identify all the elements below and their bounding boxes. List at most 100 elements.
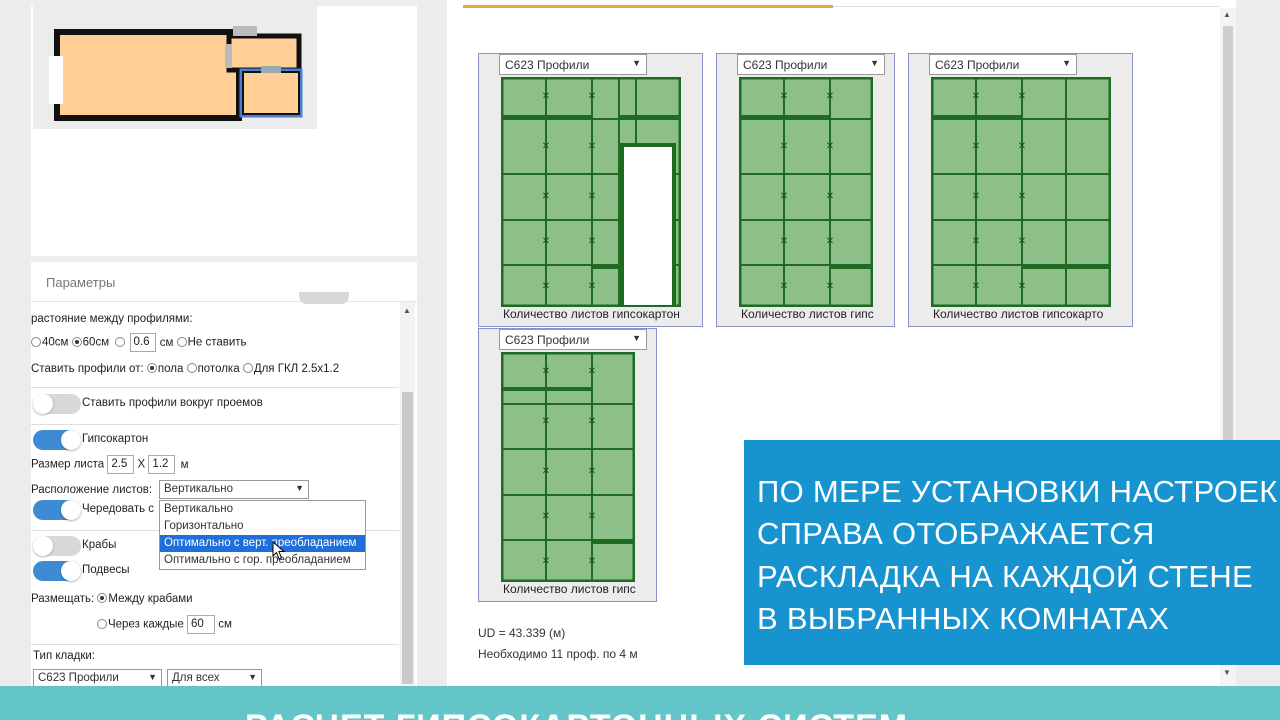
hangers-toggle[interactable] <box>33 561 81 581</box>
alternate-toggle[interactable] <box>33 500 81 520</box>
sheet-size-row: Размер листа 2.5 X 1.2 м <box>31 455 189 474</box>
scroll-down-icon[interactable]: ▼ <box>1223 668 1231 677</box>
wall-caption: Количество листов гипс <box>503 582 636 596</box>
custom-spacing-unit: см <box>159 336 174 349</box>
wall-select-value: С623 Профили <box>743 58 828 72</box>
chevron-down-icon: ▼ <box>1062 58 1071 68</box>
custom-spacing-input[interactable]: 0.6 <box>129 333 156 352</box>
bottom-title-band: РАСЧЕТ ГИПСОКАРТОННЫХ СИСТЕМ <box>0 686 1280 720</box>
fastener-mark: ✕ <box>542 366 550 377</box>
fastener-mark: ✕ <box>972 191 980 202</box>
radio-every-label: Через каждые <box>108 618 184 631</box>
overlay-line: В ВЫБРАННЫХ КОМНАТАХ <box>757 601 1170 636</box>
layout-select[interactable]: Вертикально ▼ <box>159 480 309 499</box>
radio-ceiling[interactable] <box>186 363 197 373</box>
fastener-mark: ✕ <box>826 91 834 102</box>
floor-plan-thumbnail[interactable] <box>33 6 317 129</box>
progress-accent <box>463 5 833 8</box>
fastener-mark: ✕ <box>1018 236 1026 247</box>
fastener-mark: ✕ <box>542 91 550 102</box>
scroll-up-icon[interactable]: ▲ <box>403 306 411 315</box>
crabs-toggle[interactable] <box>33 536 81 556</box>
chevron-down-icon: ▼ <box>632 58 641 68</box>
dropdown-option[interactable]: Оптимально с гор. преобладанием <box>160 552 365 569</box>
wall-caption: Количество листов гипсокартон <box>503 307 680 321</box>
spacing-label: растояние между профилями: <box>31 313 193 325</box>
mouse-cursor-icon <box>272 541 286 560</box>
around-openings-label: Ставить профили вокруг проемов <box>82 397 263 409</box>
fastener-mark: ✕ <box>588 141 596 152</box>
wall-caption: Количество листов гипсокарто <box>933 307 1104 321</box>
wall-layout-3[interactable]: ✕ ✕ ✕ ✕ ✕ ✕ ✕ ✕ ✕ ✕ <box>931 77 1111 307</box>
layout-label: Расположение листов: <box>31 484 153 496</box>
caption-overlay: ПО МЕРЕ УСТАНОВКИ НАСТРОЕК СПРАВА ОТОБРА… <box>744 440 1280 665</box>
radio-60[interactable] <box>71 336 82 347</box>
radio-floor-label: пола <box>157 363 184 375</box>
masonry-scope-select[interactable]: Для всех ▼ <box>167 669 262 686</box>
sheet-height-input[interactable]: 1.2 <box>148 455 176 474</box>
fastener-mark: ✕ <box>1018 141 1026 152</box>
scroll-up-icon[interactable]: ▲ <box>1223 10 1231 19</box>
dropdown-option-selected[interactable]: Оптимально с верт. преобладанием <box>160 535 365 552</box>
params-scrollbar-thumb[interactable] <box>402 392 413 684</box>
around-openings-toggle[interactable] <box>33 394 81 414</box>
radio-none[interactable] <box>176 336 187 347</box>
radio-between-crabs[interactable] <box>97 593 108 603</box>
radio-40-label: 40см <box>42 336 69 349</box>
fastener-mark: ✕ <box>542 236 550 247</box>
fastener-mark: ✕ <box>972 281 980 292</box>
fastener-mark: ✕ <box>972 91 980 102</box>
drywall-toggle[interactable] <box>33 430 81 450</box>
fastener-mark: ✕ <box>588 91 596 102</box>
dropdown-option[interactable]: Горизонтально <box>160 518 365 535</box>
fastener-mark: ✕ <box>542 416 550 427</box>
wall-profile-select[interactable]: С623 Профили ▼ <box>929 54 1077 75</box>
wall-card-3: ✕ ✕ ✕ ✕ ✕ ✕ ✕ ✕ ✕ ✕ С623 Профили ▼ Количество лист… <box>908 53 1133 327</box>
ud-total: UD = 43.339 (м) <box>478 626 566 640</box>
masonry-profile-value: С623 Профили <box>38 672 119 684</box>
chevron-down-icon: ▼ <box>248 672 257 682</box>
wall-profile-select[interactable]: С623 Профили ▼ <box>499 329 647 350</box>
fastener-mark: ✕ <box>780 191 788 202</box>
header-line <box>833 6 1220 7</box>
every-input[interactable]: 60 <box>187 615 216 634</box>
walls-scrollbar-thumb[interactable] <box>1223 26 1233 442</box>
wall-layout-2[interactable]: ✕ ✕ ✕ ✕ ✕ ✕ ✕ ✕ ✕ ✕ <box>739 77 873 307</box>
wall-select-value: С623 Профили <box>505 58 590 72</box>
partial-toggle[interactable] <box>299 292 349 304</box>
fastener-mark: ✕ <box>972 236 980 247</box>
radio-gkl[interactable] <box>242 363 253 373</box>
fastener-mark: ✕ <box>542 511 550 522</box>
dropdown-option[interactable]: Вертикально <box>160 501 365 518</box>
profiles-from-row: Ставить профили от: пола потолка Для ГКЛ… <box>31 363 339 375</box>
wall-profile-select[interactable]: С623 Профили ▼ <box>499 54 647 75</box>
wall-layout-4[interactable]: ✕ ✕ ✕ ✕ ✕ ✕ ✕ ✕ ✕ ✕ <box>501 352 635 582</box>
overlay-line: ПО МЕРЕ УСТАНОВКИ НАСТРОЕК <box>757 474 1278 509</box>
params-header[interactable]: Параметры <box>31 262 417 302</box>
wall-select-value: С623 Профили <box>505 333 590 347</box>
radio-ceiling-label: потолка <box>197 363 240 375</box>
fastener-mark: ✕ <box>542 466 550 477</box>
wall-card-2: ✕ ✕ ✕ ✕ ✕ ✕ ✕ ✕ ✕ ✕ С623 Профили ▼ Количество лист… <box>716 53 895 327</box>
fastener-mark: ✕ <box>542 281 550 292</box>
wall-profile-select[interactable]: С623 Профили ▼ <box>737 54 885 75</box>
place-row: Размещать: Между крабами <box>31 593 193 605</box>
radio-every[interactable] <box>97 618 107 629</box>
alternate-label: Чередовать с <box>82 503 155 515</box>
profiles-from-label: Ставить профили от: <box>31 363 144 375</box>
spacing-options: 40см 60см 0.6 см Не ставить <box>31 333 247 352</box>
fastener-mark: ✕ <box>826 191 834 202</box>
wall-card-1: ✕ ✕ ✕ ✕ ✕ ✕ ✕ ✕ ✕ ✕ С623 Профили ▼ Количество лист… <box>478 53 703 327</box>
params-panel: Параметры растояние между профилями: 40с… <box>31 262 417 686</box>
sheet-width-input[interactable]: 2.5 <box>107 455 135 474</box>
fastener-mark: ✕ <box>780 236 788 247</box>
radio-custom[interactable] <box>115 336 126 347</box>
radio-40[interactable] <box>31 336 41 347</box>
wall-caption: Количество листов гипс <box>741 307 874 321</box>
fastener-mark: ✕ <box>588 366 596 377</box>
masonry-profile-select[interactable]: С623 Профили ▼ <box>33 669 162 686</box>
fastener-mark: ✕ <box>588 236 596 247</box>
radio-floor[interactable] <box>146 363 157 373</box>
wall-layout-1[interactable]: ✕ ✕ ✕ ✕ ✕ ✕ ✕ ✕ ✕ ✕ <box>501 77 681 307</box>
fastener-mark: ✕ <box>588 281 596 292</box>
